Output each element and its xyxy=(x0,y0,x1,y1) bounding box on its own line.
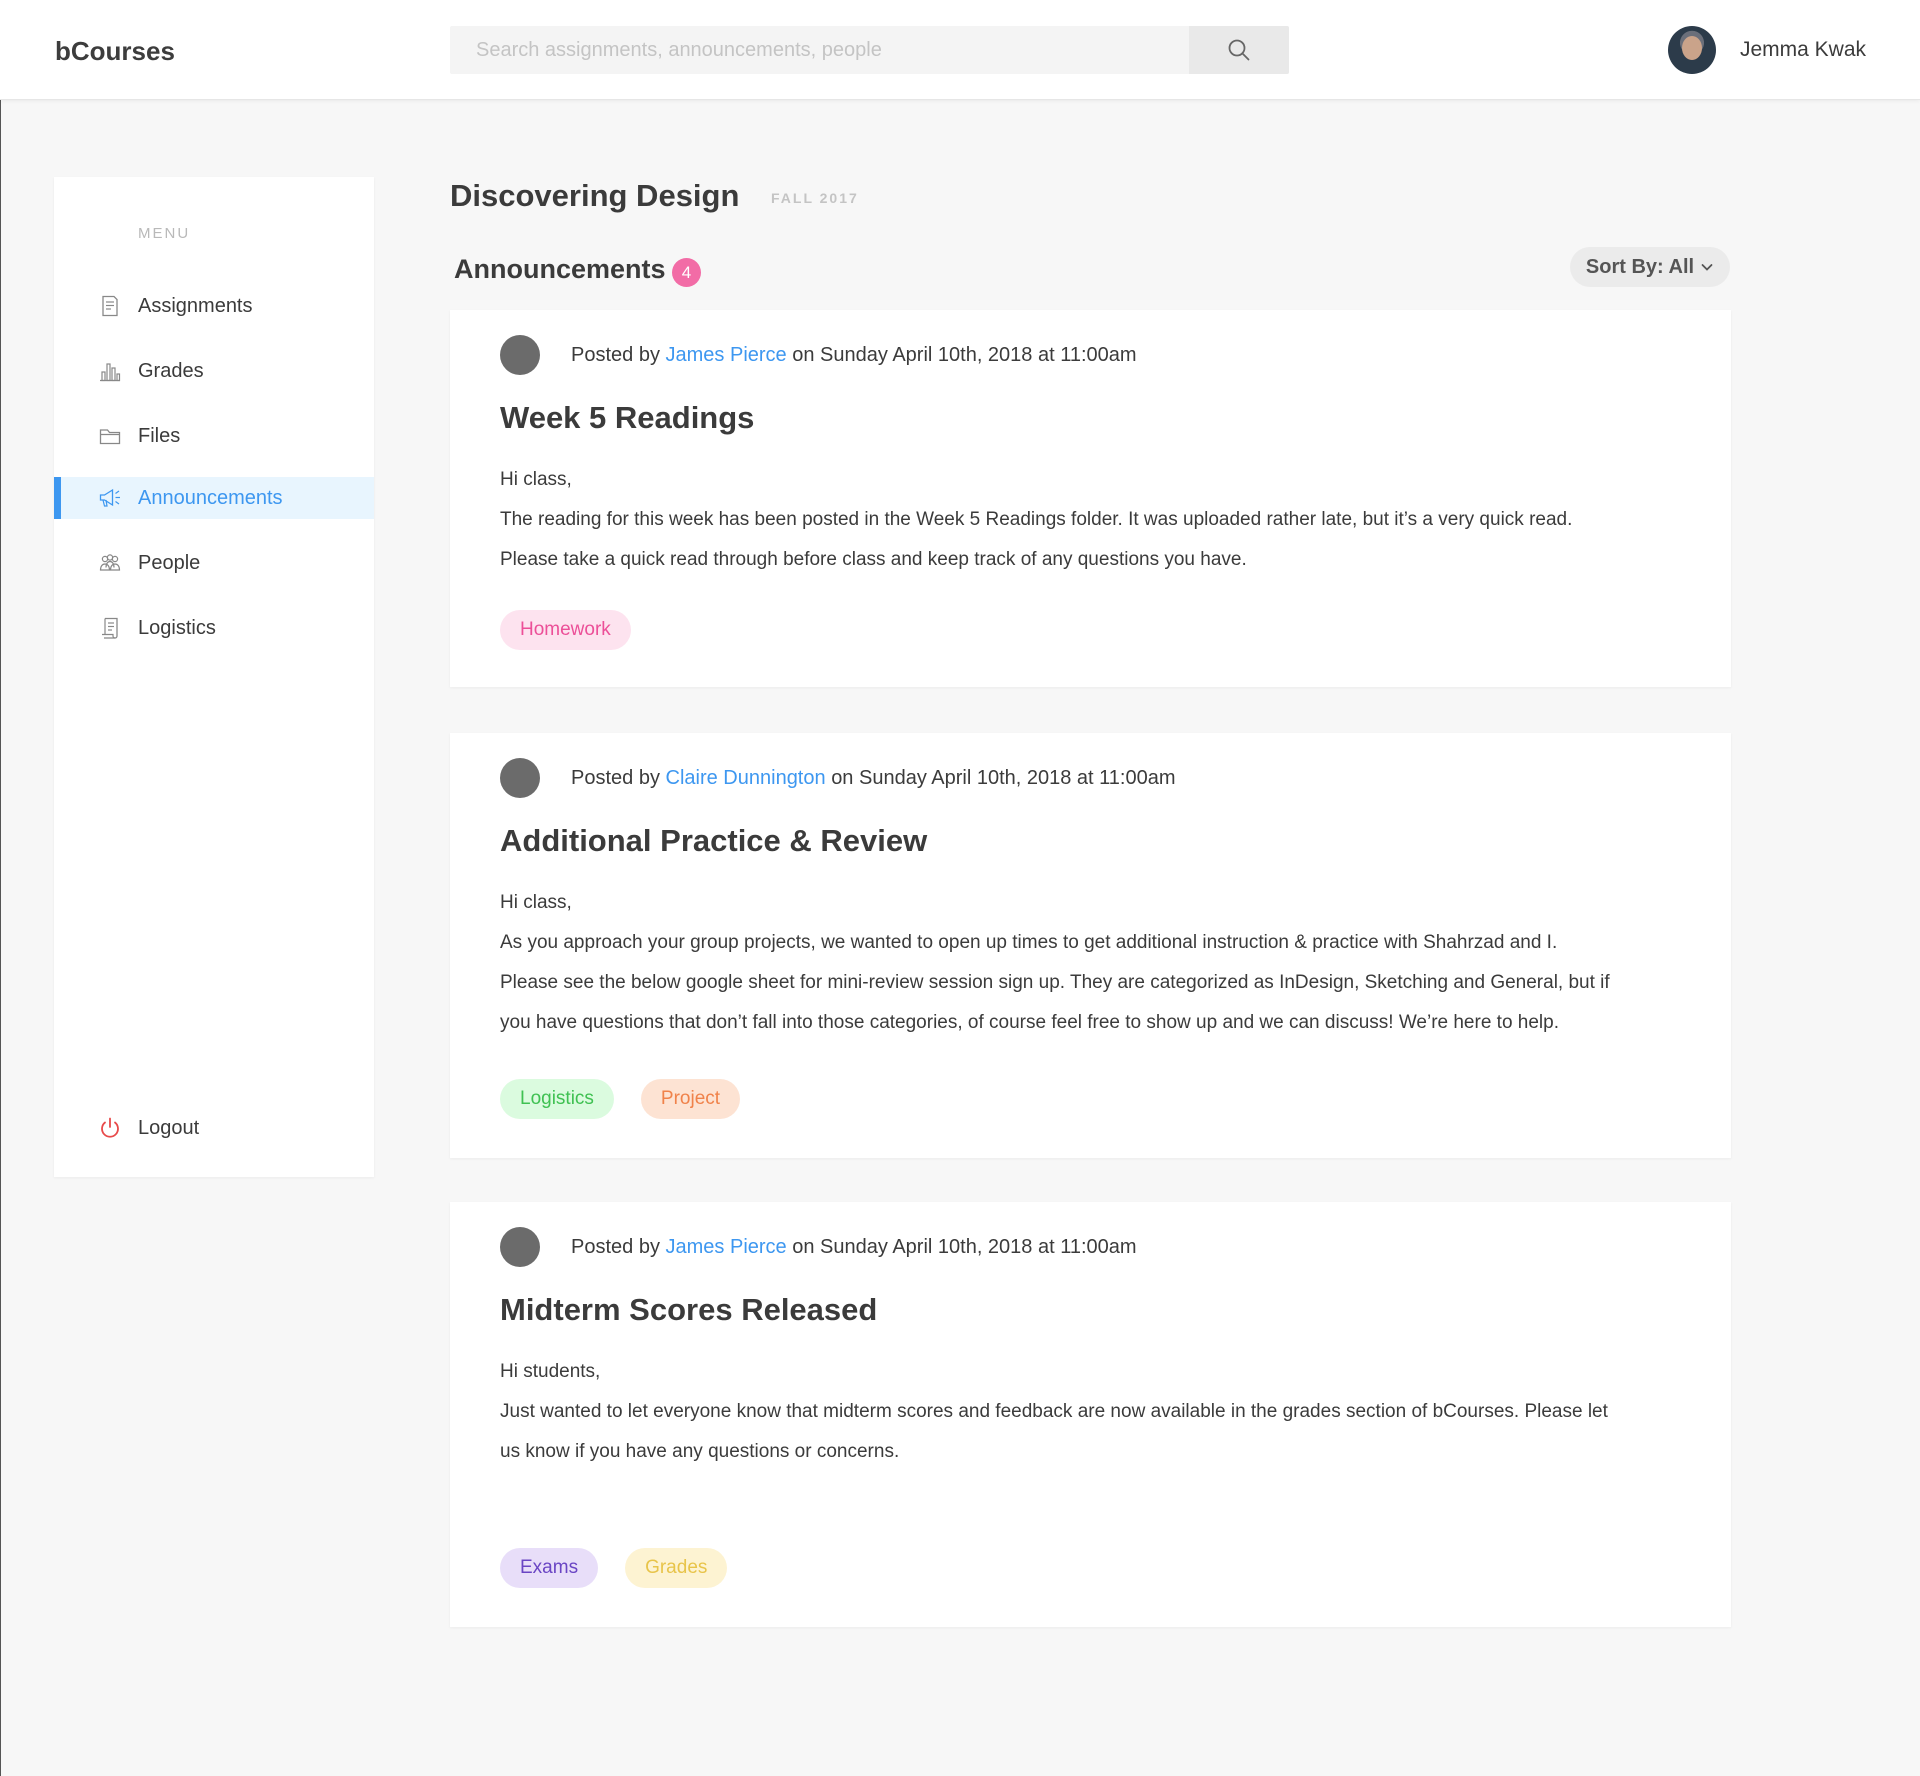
folder-icon xyxy=(99,429,121,445)
tag-list: Logistics Project xyxy=(500,1079,741,1119)
post-date: on Sunday April 10th, 2018 at 11:00am xyxy=(792,1236,1137,1258)
announcement-card: Posted by Claire Dunnington on Sunday Ap… xyxy=(450,733,1731,1158)
post-meta: Posted by James Pierce on Sunday April 1… xyxy=(571,344,1137,367)
announcement-title[interactable]: Additional Practice & Review xyxy=(500,823,927,859)
body-line: Hi students, xyxy=(500,1361,601,1382)
announcement-title[interactable]: Midterm Scores Released xyxy=(500,1292,877,1328)
sidebar-item-label: Files xyxy=(138,425,181,447)
tag-logistics[interactable]: Logistics xyxy=(500,1079,614,1119)
announcement-card: Posted by James Pierce on Sunday April 1… xyxy=(450,1202,1731,1627)
sort-label: Sort By: All xyxy=(1585,255,1695,278)
author-link[interactable]: James Pierce xyxy=(666,1236,787,1258)
body-line: Please see the below google sheet for mi… xyxy=(500,972,1610,993)
sidebar-item-logistics[interactable]: Logistics xyxy=(54,607,374,649)
search-icon xyxy=(1228,39,1250,61)
announcement-body: Hi class, The reading for this week has … xyxy=(500,460,1685,580)
tag-grades[interactable]: Grades xyxy=(625,1548,728,1588)
author-avatar[interactable] xyxy=(500,335,540,375)
tag-exams[interactable]: Exams xyxy=(500,1548,599,1588)
author-avatar[interactable] xyxy=(500,1227,540,1267)
tag-list: Exams Grades xyxy=(500,1548,728,1588)
search-bar xyxy=(450,26,1289,74)
sidebar-item-label: Logistics xyxy=(138,617,216,639)
body-line: Just wanted to let everyone know that mi… xyxy=(500,1401,1608,1422)
body-line: Please take a quick read through before … xyxy=(500,549,1247,570)
page-title: Discovering Design xyxy=(450,178,740,213)
user-name[interactable]: Jemma Kwak xyxy=(1740,38,1866,62)
assignment-icon xyxy=(102,295,118,317)
posted-by-label: Posted by xyxy=(571,1236,660,1258)
term-label: FALL 2017 xyxy=(771,190,859,206)
body-line: you have questions that don’t fall into … xyxy=(500,1012,1559,1033)
body-line: As you approach your group projects, we … xyxy=(500,932,1558,953)
posted-by-label: Posted by xyxy=(571,767,660,789)
logout-button[interactable]: Logout xyxy=(54,1107,374,1149)
app-logo[interactable]: bCourses xyxy=(55,36,175,67)
post-meta: Posted by James Pierce on Sunday April 1… xyxy=(571,1236,1137,1259)
people-icon xyxy=(99,554,121,571)
sidebar-item-people[interactable]: People xyxy=(54,542,374,584)
chevron-down-icon xyxy=(1701,264,1713,271)
body-line: Hi class, xyxy=(500,469,572,490)
top-header: bCourses Jemma Kwak xyxy=(0,0,1920,100)
announcement-title[interactable]: Week 5 Readings xyxy=(500,400,754,436)
user-menu[interactable]: Jemma Kwak xyxy=(1667,25,1866,75)
author-link[interactable]: James Pierce xyxy=(666,344,787,366)
sort-dropdown[interactable]: Sort By: All xyxy=(1570,247,1730,287)
sidebar-item-label: People xyxy=(138,552,201,574)
section-title: Announcements xyxy=(454,254,666,284)
posted-by-label: Posted by xyxy=(571,344,660,366)
author-avatar[interactable] xyxy=(500,758,540,798)
post-date: on Sunday April 10th, 2018 at 11:00am xyxy=(831,767,1176,789)
body-line: Hi class, xyxy=(500,892,572,913)
sidebar-item-files[interactable]: Files xyxy=(54,415,374,457)
search-button[interactable] xyxy=(1189,26,1289,74)
sidebar-item-label: Announcements xyxy=(138,487,283,509)
menu-title: MENU xyxy=(138,225,191,242)
sidebar-item-announcements[interactable]: Announcements xyxy=(54,477,374,519)
sidebar: MENU Assignments Grades Files Announceme… xyxy=(54,177,374,1177)
tag-list: Homework xyxy=(500,610,631,650)
tag-project[interactable]: Project xyxy=(640,1079,741,1119)
search-input[interactable] xyxy=(450,26,1190,74)
announcement-body: Hi students, Just wanted to let everyone… xyxy=(500,1352,1685,1472)
post-date: on Sunday April 10th, 2018 at 11:00am xyxy=(792,344,1137,366)
logout-label: Logout xyxy=(138,1117,200,1139)
post-meta: Posted by Claire Dunnington on Sunday Ap… xyxy=(571,767,1176,790)
count-badge: 4 xyxy=(672,258,701,287)
sidebar-item-grades[interactable]: Grades xyxy=(54,350,374,392)
announcement-card: Posted by James Pierce on Sunday April 1… xyxy=(450,310,1731,687)
avatar[interactable] xyxy=(1667,26,1716,74)
sidebar-item-assignments[interactable]: Assignments xyxy=(54,285,374,327)
power-icon xyxy=(101,1117,119,1138)
body-line: The reading for this week has been poste… xyxy=(500,509,1573,530)
tag-homework[interactable]: Homework xyxy=(500,610,631,650)
document-icon xyxy=(102,617,118,639)
sidebar-item-label: Assignments xyxy=(138,295,253,317)
author-link[interactable]: Claire Dunnington xyxy=(666,767,826,789)
announcement-body: Hi class, As you approach your group pro… xyxy=(500,883,1685,1043)
sidebar-item-label: Grades xyxy=(138,360,204,382)
body-line: us know if you have any questions or con… xyxy=(500,1441,900,1462)
bar-chart-icon xyxy=(100,363,121,382)
megaphone-icon xyxy=(99,488,120,507)
